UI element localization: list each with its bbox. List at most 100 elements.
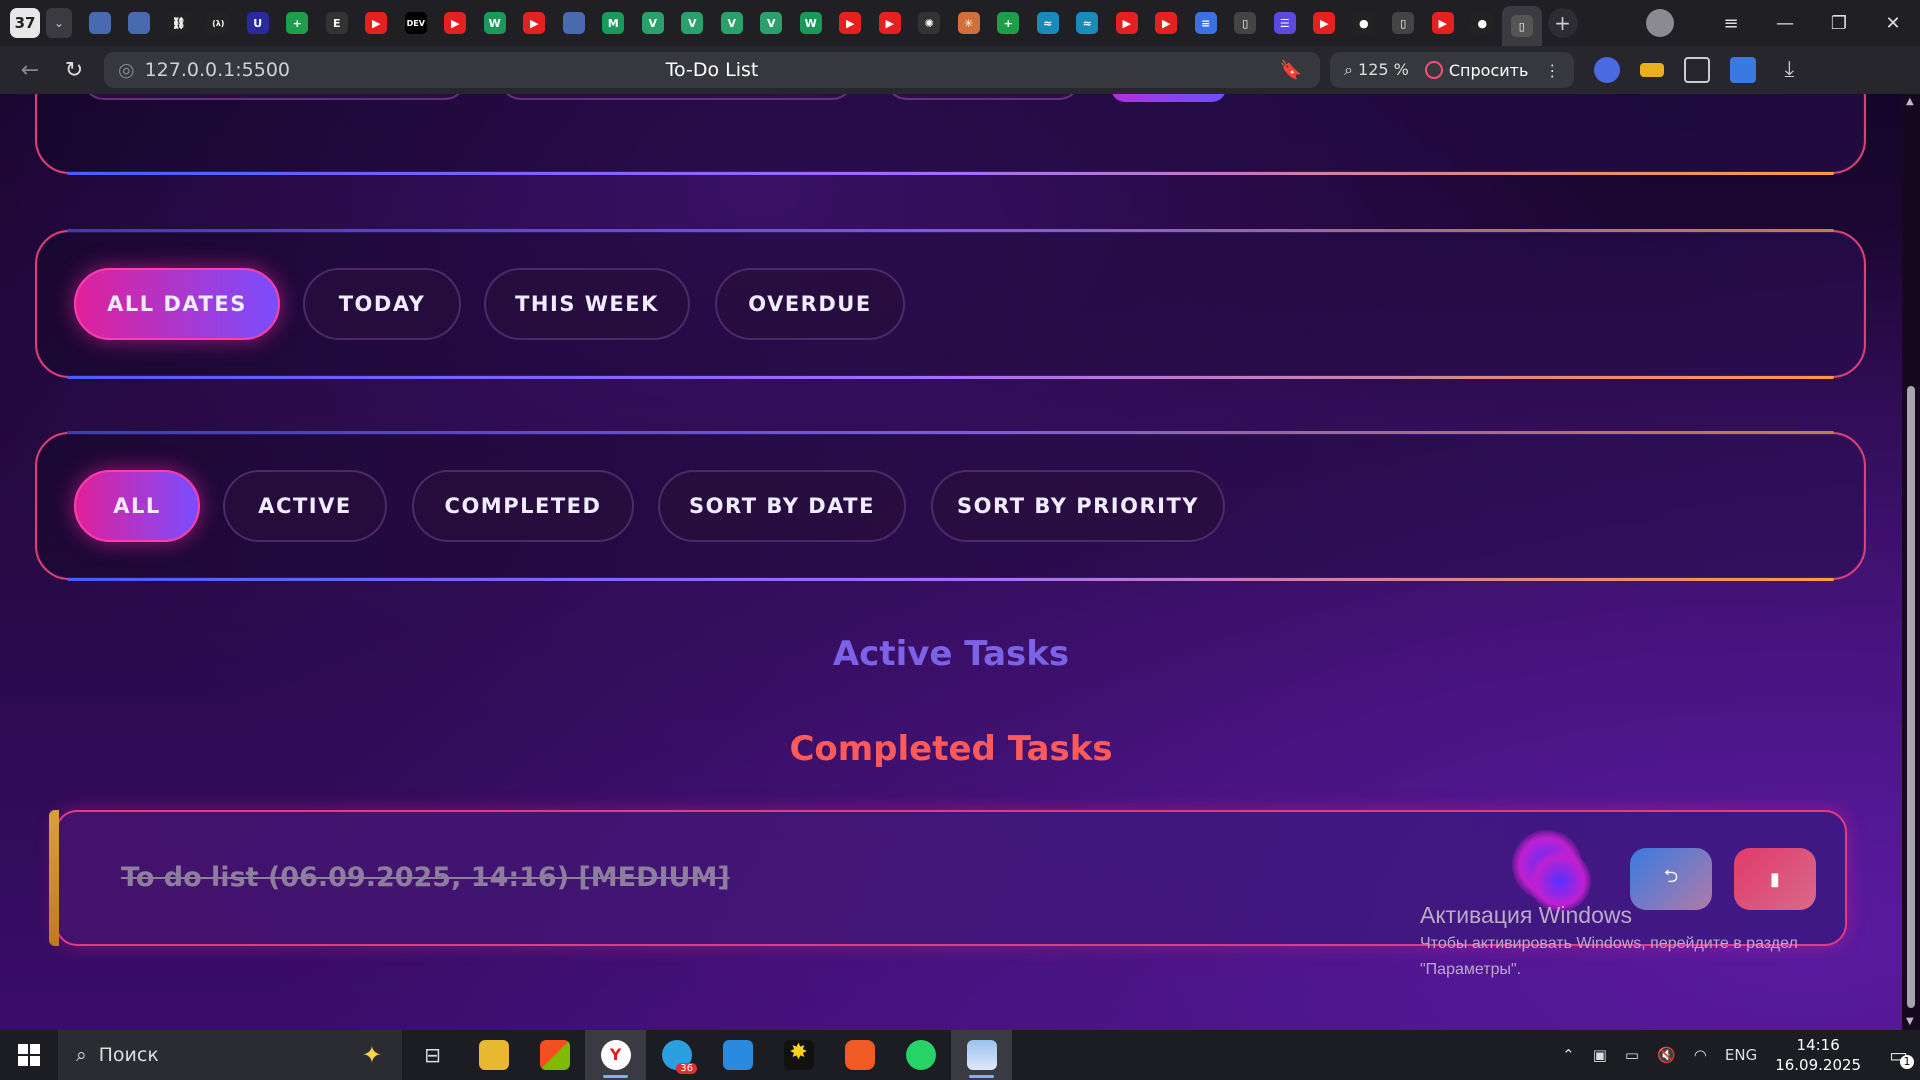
browser-tab[interactable]: DEV: [396, 0, 436, 46]
priority-select[interactable]: [885, 94, 1081, 100]
browser-tab[interactable]: ▯: [1502, 6, 1542, 46]
browser-tab[interactable]: [80, 0, 120, 46]
task-text[interactable]: To do list (06.09.2025, 14:16) [MEDIUM]: [121, 862, 730, 893]
zoom-level[interactable]: ⌕ 125 %: [1344, 60, 1409, 80]
browser-tab[interactable]: ✳: [949, 0, 989, 46]
browser-tab[interactable]: ≈: [1068, 0, 1108, 46]
chevron-up-icon[interactable]: ⌃: [1562, 1046, 1575, 1064]
browser-tab[interactable]: ▶: [1147, 0, 1187, 46]
app-yellow[interactable]: ✸: [768, 1030, 829, 1080]
extension-clock-icon[interactable]: [1594, 57, 1621, 83]
brave-app[interactable]: [829, 1030, 890, 1080]
clock[interactable]: 14:16 16.09.2025: [1775, 1035, 1861, 1075]
browser-tab[interactable]: ▶: [1107, 0, 1147, 46]
explorer-app[interactable]: [463, 1030, 524, 1080]
filter-completed-button[interactable]: COMPLETED: [412, 470, 634, 542]
taskbar-search[interactable]: ⌕ Поиск ✦: [58, 1030, 402, 1080]
filter-overdue-button[interactable]: OVERDUE: [715, 268, 905, 340]
browser-tab[interactable]: +: [278, 0, 318, 46]
filter-sort-by-priority-button[interactable]: SORT BY PRIORITY: [931, 470, 1225, 542]
browser-tab[interactable]: [554, 0, 594, 46]
minimize-icon[interactable]: —: [1758, 13, 1812, 34]
meet-now-icon[interactable]: ▣: [1593, 1046, 1607, 1064]
profile-avatar[interactable]: [1646, 9, 1674, 37]
browser-tab[interactable]: ≡: [1186, 0, 1226, 46]
scroll-down-icon[interactable]: ▼: [1906, 1016, 1914, 1027]
browser-tab[interactable]: ▯: [1384, 0, 1424, 46]
reload-icon[interactable]: ↻: [52, 58, 96, 83]
browser-tab[interactable]: ▶: [870, 0, 910, 46]
download-icon[interactable]: ⤓: [1776, 57, 1802, 83]
browser-tab[interactable]: ≈: [1028, 0, 1068, 46]
vscode-app[interactable]: [707, 1030, 768, 1080]
extension-icon[interactable]: [1730, 57, 1757, 83]
more-icon[interactable]: ⋮: [1544, 61, 1560, 80]
tab-count-button[interactable]: 37: [10, 8, 40, 38]
browser-tab[interactable]: ▶: [357, 0, 397, 46]
bookmark-icon[interactable]: 🔖: [1280, 60, 1302, 81]
browser-tab[interactable]: ✺: [910, 0, 950, 46]
yandex-browser-app[interactable]: Y: [585, 1030, 646, 1080]
browser-tab[interactable]: U: [238, 0, 278, 46]
filter-all-dates-button[interactable]: ALL DATES: [74, 268, 280, 340]
telegram-app[interactable]: 36: [646, 1030, 707, 1080]
filter-today-button[interactable]: TODAY: [303, 268, 461, 340]
browser-tab[interactable]: V: [752, 0, 792, 46]
filter-sort-by-date-button[interactable]: SORT BY DATE: [658, 470, 906, 542]
whatsapp-app[interactable]: [890, 1030, 951, 1080]
browser-tab[interactable]: V: [633, 0, 673, 46]
wifi-icon[interactable]: ◠: [1694, 1046, 1707, 1064]
browser-tab[interactable]: ▶: [436, 0, 476, 46]
browser-tab[interactable]: [120, 0, 160, 46]
browser-tab[interactable]: ▯: [1226, 0, 1266, 46]
scroll-up-icon[interactable]: ▲: [1906, 96, 1914, 107]
add-task-button[interactable]: [1111, 94, 1226, 102]
browser-tab[interactable]: W: [475, 0, 515, 46]
browser-tab[interactable]: ▶: [1305, 0, 1345, 46]
browser-tab[interactable]: W: [791, 0, 831, 46]
search-icon: ⌕: [76, 1044, 87, 1066]
delete-button[interactable]: ▮: [1734, 848, 1816, 910]
task-input[interactable]: [82, 94, 467, 100]
undo-button[interactable]: ⮌: [1630, 848, 1712, 910]
task-view-button[interactable]: ⊟: [402, 1030, 463, 1080]
page-scrollbar[interactable]: ▲ ▼: [1902, 94, 1920, 1030]
filter-this-week-button[interactable]: THIS WEEK: [484, 268, 690, 340]
ask-button[interactable]: Спросить: [1424, 61, 1528, 80]
browser-tab[interactable]: ▶: [831, 0, 871, 46]
browser-tab[interactable]: +: [989, 0, 1029, 46]
url-field[interactable]: ◎ 127.0.0.1:5500 To-Do List 🔖: [104, 52, 1320, 88]
browser-tab[interactable]: M: [594, 0, 634, 46]
battery-icon[interactable]: ▭: [1625, 1046, 1639, 1064]
scroll-thumb[interactable]: [1907, 386, 1915, 1008]
browser-tab[interactable]: ▶: [515, 0, 555, 46]
chevron-down-icon[interactable]: ⌄: [46, 8, 72, 38]
browser-tab[interactable]: ☰: [1265, 0, 1305, 46]
windows-taskbar: ⌕ Поиск ✦ ⊟ Y 36 ✸ ⌃ ▣ ▭ 🔇 ◠ ENG 14:16 1…: [0, 1030, 1920, 1080]
language-indicator[interactable]: ENG: [1725, 1046, 1757, 1064]
start-button[interactable]: [0, 1044, 58, 1066]
browser-tab[interactable]: E: [317, 0, 357, 46]
menu-icon[interactable]: ≡: [1704, 13, 1758, 34]
battery-extension-icon[interactable]: [1640, 63, 1665, 77]
browser-tab[interactable]: ●: [1463, 0, 1503, 46]
date-input[interactable]: [499, 94, 854, 100]
browser-tab[interactable]: ▶: [1423, 0, 1463, 46]
browser-tab[interactable]: V: [673, 0, 713, 46]
list-icon: ☰: [1273, 12, 1296, 34]
browser-tab[interactable]: ⛓: [159, 0, 199, 46]
browser-tab[interactable]: V: [712, 0, 752, 46]
new-tab-button[interactable]: +: [1547, 8, 1578, 38]
close-icon[interactable]: ✕: [1866, 13, 1920, 34]
notifications-icon[interactable]: ▭ 1: [1889, 1043, 1914, 1069]
volume-muted-icon[interactable]: 🔇: [1657, 1046, 1676, 1064]
filter-active-button[interactable]: ACTIVE: [223, 470, 387, 542]
collections-icon[interactable]: [1684, 57, 1711, 83]
restore-icon[interactable]: ❐: [1812, 13, 1866, 34]
store-app[interactable]: [524, 1030, 585, 1080]
browser-tab[interactable]: ●: [1344, 0, 1384, 46]
back-icon[interactable]: ←: [8, 58, 52, 83]
filter-all-button[interactable]: ALL: [74, 470, 200, 542]
image-viewer-app[interactable]: [951, 1030, 1012, 1080]
browser-tab[interactable]: (λ): [199, 0, 239, 46]
